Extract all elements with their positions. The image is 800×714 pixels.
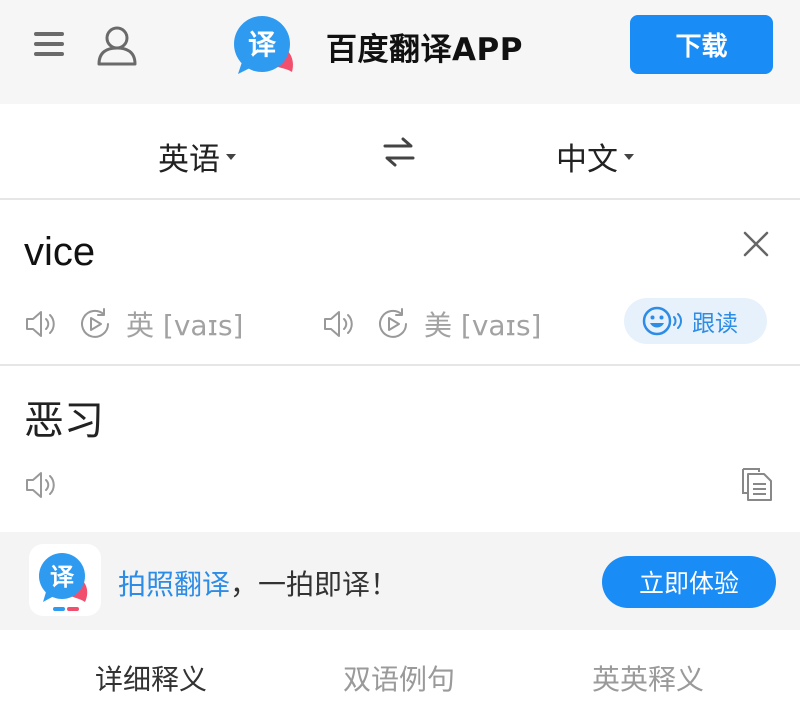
swap-arrows-icon[interactable] — [383, 137, 415, 167]
app-logo-icon: 译 — [234, 16, 294, 74]
slow-play-icon[interactable] — [78, 307, 112, 341]
user-icon[interactable] — [96, 24, 138, 66]
uk-pronunciation: 英 [vaɪs] — [24, 306, 243, 342]
copy-icon[interactable] — [740, 466, 774, 502]
slow-play-icon[interactable] — [376, 307, 410, 341]
try-now-button[interactable]: 立即体验 — [602, 556, 776, 608]
menu-icon[interactable] — [34, 30, 64, 58]
translation-panel: 恶习 — [0, 366, 800, 532]
speaker-icon[interactable] — [24, 468, 58, 502]
promo-text: 拍照翻译，一拍即译！ — [118, 563, 398, 603]
source-language-select[interactable]: 英语 — [158, 134, 236, 179]
translation-text[interactable]: 恶习 — [24, 388, 104, 446]
language-bar: 英语 中文 — [0, 104, 800, 200]
definition-tabs: 详细释义 双语例句 英英释义 — [0, 630, 800, 714]
source-panel: vice 英 [vaɪs] 美 [vaɪs] 跟读 — [0, 202, 800, 366]
top-header: 译 百度翻译APP 下载 — [0, 0, 800, 104]
app-title: 百度翻译APP — [326, 32, 523, 68]
target-language-label: 中文 — [556, 142, 618, 178]
chevron-down-icon — [226, 153, 236, 160]
follow-read-label: 跟读 — [692, 311, 738, 337]
follow-read-button[interactable]: 跟读 — [624, 298, 767, 344]
us-pronunciation: 美 [vaɪs] — [322, 306, 541, 342]
app-logo-icon: 译 — [39, 553, 88, 611]
uk-phonetic: 英 [vaɪs] — [126, 309, 244, 342]
smile-voice-icon — [642, 306, 682, 336]
logo-glyph: 译 — [248, 28, 277, 61]
source-word[interactable]: vice — [24, 230, 95, 275]
promo-app-logo: 译 — [29, 544, 101, 616]
speaker-icon[interactable] — [24, 307, 58, 341]
download-button[interactable]: 下载 — [630, 15, 773, 74]
speaker-icon[interactable] — [322, 307, 356, 341]
source-language-label: 英语 — [158, 142, 220, 178]
logo-glyph: 译 — [50, 563, 75, 591]
promo-highlight: 拍照翻译 — [118, 568, 231, 601]
tab-detailed-definition[interactable]: 详细释义 — [95, 658, 207, 698]
promo-rest: ，一拍即译！ — [230, 568, 399, 601]
tab-bilingual-examples[interactable]: 双语例句 — [343, 658, 455, 698]
close-icon[interactable] — [742, 230, 770, 258]
tab-english-definition[interactable]: 英英释义 — [592, 658, 704, 698]
chevron-down-icon — [624, 153, 634, 160]
promo-banner[interactable]: 译 拍照翻译，一拍即译！ 立即体验 — [0, 532, 800, 630]
target-language-select[interactable]: 中文 — [556, 134, 634, 179]
us-phonetic: 美 [vaɪs] — [424, 309, 542, 342]
